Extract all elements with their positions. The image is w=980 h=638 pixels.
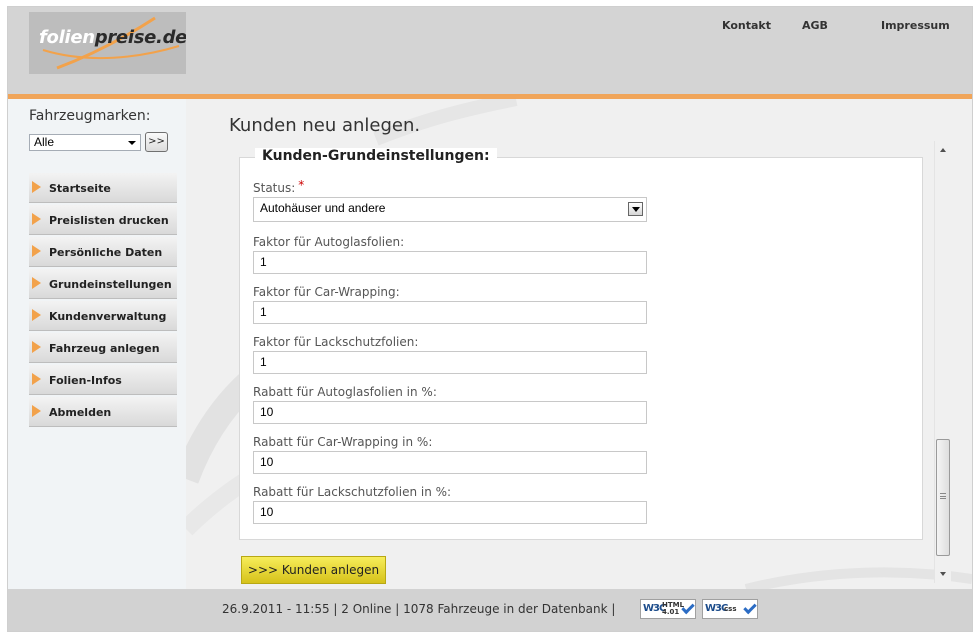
form-scroll-area: Kunden-Grundeinstellungen: Status: * Auto… [186, 141, 952, 584]
nav-item-preislisten[interactable]: Preislisten drucken [29, 205, 177, 235]
brand-select[interactable]: Alle [29, 134, 141, 151]
faktor-autoglas-input[interactable]: 1 [253, 251, 647, 274]
field-label-faktor-autoglas: Faktor für Autoglasfolien: [253, 235, 405, 249]
field-label-faktor-car-wrapping: Faktor für Car-Wrapping: [253, 285, 400, 299]
grip-icon [940, 493, 946, 499]
page-frame: folienpreise.de Kontakt AGB Impressum Fa… [7, 6, 973, 632]
rabatt-lackschutz-input[interactable]: 10 [253, 501, 647, 524]
nav-item-folien-infos[interactable]: Folien-Infos [29, 365, 177, 395]
nav-item-label: Persönliche Daten [49, 246, 163, 259]
rabatt-autoglas-input[interactable]: 10 [253, 401, 647, 424]
brand-select-value: Alle [34, 135, 55, 149]
nav-item-label: Folien-Infos [49, 374, 122, 387]
logo-text: folienpreise.de [39, 27, 186, 48]
chevron-right-icon [32, 373, 41, 385]
chevron-right-icon [32, 309, 41, 321]
nav-item-label: Kundenverwaltung [49, 310, 167, 323]
status-label: Status: * [253, 178, 305, 195]
scrollbar-thumb[interactable] [936, 439, 950, 556]
agb-link[interactable]: AGB [802, 19, 828, 32]
footer: 26.9.2011 - 11:55 | 2 Online | 1078 Fahr… [8, 589, 972, 631]
scroll-down-arrow-icon[interactable] [935, 566, 952, 583]
rabatt-car-wrapping-input[interactable]: 10 [253, 451, 647, 474]
nav-item-label: Startseite [49, 182, 111, 195]
dropdown-arrow-icon [628, 202, 643, 216]
chevron-right-icon [32, 181, 41, 193]
brand-label: Fahrzeugmarken: [29, 108, 151, 124]
page-title: Kunden neu anlegen. [229, 115, 421, 136]
field-label-faktor-lackschutz: Faktor für Lackschutzfolien: [253, 335, 419, 349]
scroll-up-arrow-icon[interactable] [935, 141, 952, 158]
w3c-check-icon [743, 600, 757, 615]
brand-go-button[interactable]: >> [145, 132, 168, 152]
nav-item-label: Preislisten drucken [49, 214, 169, 227]
impressum-link[interactable]: Impressum [881, 19, 950, 32]
chevron-down-icon [128, 141, 136, 145]
nav-item-startseite[interactable]: Startseite [29, 173, 177, 203]
badge-kind-line2: 4.01 [662, 608, 680, 616]
nav-item-abmelden[interactable]: Abmelden [29, 397, 177, 427]
field-label-rabatt-autoglas: Rabatt für Autoglasfolien in %: [253, 385, 437, 399]
chevron-right-icon [32, 405, 41, 417]
fieldset-legend: Kunden-Grundeinstellungen: [255, 148, 497, 164]
nav-item-label: Abmelden [49, 406, 112, 419]
chevron-right-icon [32, 245, 41, 257]
field-label-rabatt-lackschutz: Rabatt für Lackschutzfolien in %: [253, 485, 452, 499]
nav-item-fahrzeug-anlegen[interactable]: Fahrzeug anlegen [29, 333, 177, 363]
badge-kind: css [724, 605, 737, 613]
site-logo[interactable]: folienpreise.de [29, 12, 186, 74]
w3c-css-badge[interactable]: W3C css [702, 599, 758, 619]
field-label-rabatt-car-wrapping: Rabatt für Car-Wrapping in %: [253, 435, 433, 449]
faktor-car-wrapping-input[interactable]: 1 [253, 301, 647, 324]
vertical-scrollbar[interactable] [934, 141, 951, 583]
nav-item-persoenliche-daten[interactable]: Persönliche Daten [29, 237, 177, 267]
sidebar: Fahrzeugmarken: Alle >> Startseite Preis… [8, 99, 186, 589]
main-content: Kunden neu anlegen. Kunden-Grundeinstell… [186, 99, 972, 589]
status-label-text: Status: [253, 181, 296, 195]
status-select[interactable]: Autohäuser und andere [253, 197, 647, 222]
nav-item-label: Fahrzeug anlegen [49, 342, 160, 355]
nav-item-kundenverwaltung[interactable]: Kundenverwaltung [29, 301, 177, 331]
nav-item-label: Grundeinstellungen [49, 278, 172, 291]
kontakt-link[interactable]: Kontakt [722, 19, 771, 32]
required-mark: * [298, 178, 305, 192]
w3c-html-badge[interactable]: W3C HTML 4.01 [640, 599, 696, 619]
create-customer-button[interactable]: >>> Kunden anlegen [241, 556, 386, 584]
header: folienpreise.de Kontakt AGB Impressum [8, 7, 972, 94]
chevron-right-icon [32, 341, 41, 353]
nav-item-grundeinstellungen[interactable]: Grundeinstellungen [29, 269, 177, 299]
faktor-lackschutz-input[interactable]: 1 [253, 351, 647, 374]
chevron-right-icon [32, 277, 41, 289]
status-select-value: Autohäuser und andere [260, 201, 386, 215]
chevron-right-icon [32, 213, 41, 225]
footer-status-text: 26.9.2011 - 11:55 | 2 Online | 1078 Fahr… [222, 602, 616, 616]
